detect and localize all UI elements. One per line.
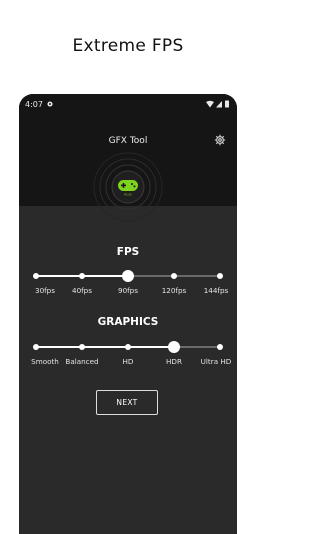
graphics-option-label[interactable]: Smooth bbox=[31, 357, 59, 366]
fps-option-dot[interactable] bbox=[171, 273, 177, 279]
graphics-option-label[interactable]: HDR bbox=[166, 357, 182, 366]
phone-screen: 4:07 GFX Tool PLUS FPS 30fps 40fps 90fps… bbox=[19, 94, 237, 534]
gamepad-icon bbox=[118, 180, 138, 191]
fps-option-label[interactable]: 40fps bbox=[72, 286, 92, 295]
graphics-option-label[interactable]: HD bbox=[123, 357, 134, 366]
wifi-icon bbox=[206, 100, 214, 108]
app-header: 4:07 GFX Tool PLUS bbox=[19, 94, 237, 222]
graphics-option-dot[interactable] bbox=[125, 344, 131, 350]
graphics-option-label[interactable]: Ultra HD bbox=[201, 357, 232, 366]
fps-option-dot[interactable] bbox=[33, 273, 39, 279]
graphics-title: GRAPHICS bbox=[97, 316, 159, 328]
fps-option-dot[interactable] bbox=[79, 273, 85, 279]
status-time: 4:07 bbox=[25, 100, 43, 109]
battery-icon bbox=[225, 100, 229, 108]
app-title: GFX Tool bbox=[108, 136, 148, 146]
fps-option-label[interactable]: 90fps bbox=[118, 286, 138, 295]
fps-title: FPS bbox=[116, 246, 140, 258]
graphics-option-label[interactable]: Balanced bbox=[65, 357, 98, 366]
graphics-option-dot[interactable] bbox=[168, 341, 180, 353]
app-logo: PLUS bbox=[93, 152, 163, 222]
status-gear-icon bbox=[47, 101, 53, 107]
fps-slider[interactable]: 30fps 40fps 90fps 120fps 144fps bbox=[33, 270, 228, 295]
status-bar: 4:07 bbox=[19, 94, 237, 116]
signal-icon bbox=[216, 101, 222, 108]
fps-option-dot[interactable] bbox=[122, 270, 134, 282]
fps-option-label[interactable]: 30fps bbox=[35, 286, 55, 295]
fps-option-label[interactable]: 144fps bbox=[204, 286, 229, 295]
graphics-option-dot[interactable] bbox=[33, 344, 39, 350]
fps-option-dot[interactable] bbox=[217, 273, 223, 279]
next-button[interactable]: NEXT bbox=[96, 390, 158, 415]
graphics-option-dot[interactable] bbox=[79, 344, 85, 350]
graphics-option-dot[interactable] bbox=[217, 344, 223, 350]
status-icons bbox=[206, 100, 229, 108]
graphics-track-fill bbox=[36, 346, 174, 348]
graphics-slider[interactable]: Smooth Balanced HD HDR Ultra HD bbox=[31, 341, 231, 366]
fps-option-label[interactable]: 120fps bbox=[162, 286, 187, 295]
settings-gear-icon[interactable] bbox=[214, 134, 226, 146]
promo-title: Extreme FPS bbox=[72, 36, 184, 56]
logo-badge: PLUS bbox=[124, 193, 132, 197]
